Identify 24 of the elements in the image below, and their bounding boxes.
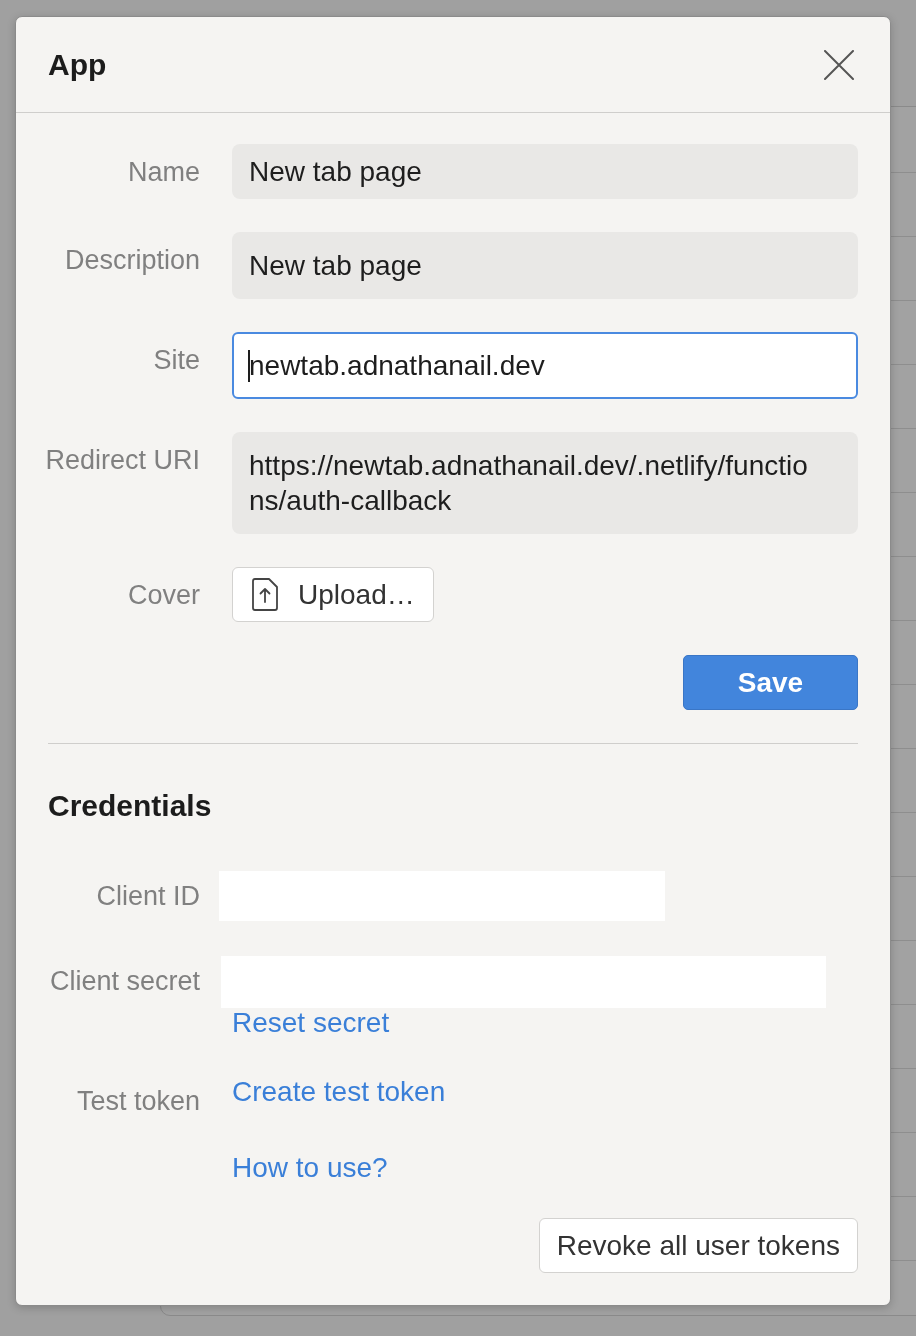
text-link[interactable]: Reset secret — [232, 1008, 390, 1038]
field-label: Client secret — [49, 965, 200, 998]
input-field[interactable]: newtab.adnathanail.dev — [232, 332, 858, 399]
field-label: Site — [153, 344, 200, 377]
save-button[interactable]: Save — [683, 655, 858, 710]
text-link[interactable]: Create test token — [232, 1077, 446, 1107]
field-label: Name — [127, 156, 200, 189]
close-button[interactable] — [824, 49, 854, 80]
upload-button[interactable]: Upload… — [232, 567, 434, 622]
close-icon — [824, 49, 854, 80]
text-link[interactable]: How to use? — [232, 1153, 388, 1183]
revoke-button[interactable]: Revoke all user tokens — [538, 1218, 858, 1273]
input-field[interactable]: https://newtab.adnathanail.dev/.netlify/functions/auth-callback — [232, 432, 858, 534]
input-field[interactable]: New tab page — [232, 144, 858, 199]
dialog-title: App — [48, 46, 107, 83]
section-title: Credentials — [48, 788, 212, 824]
field-label: Client ID — [96, 880, 200, 913]
field-label: Cover — [127, 579, 200, 612]
file-upload-icon — [252, 578, 278, 611]
field-label: Description — [64, 244, 200, 277]
input-field[interactable]: New tab page — [232, 232, 858, 299]
field-label: Redirect URI — [45, 444, 200, 477]
text-cursor-icon — [248, 350, 250, 382]
field-label: Test token — [76, 1085, 200, 1118]
